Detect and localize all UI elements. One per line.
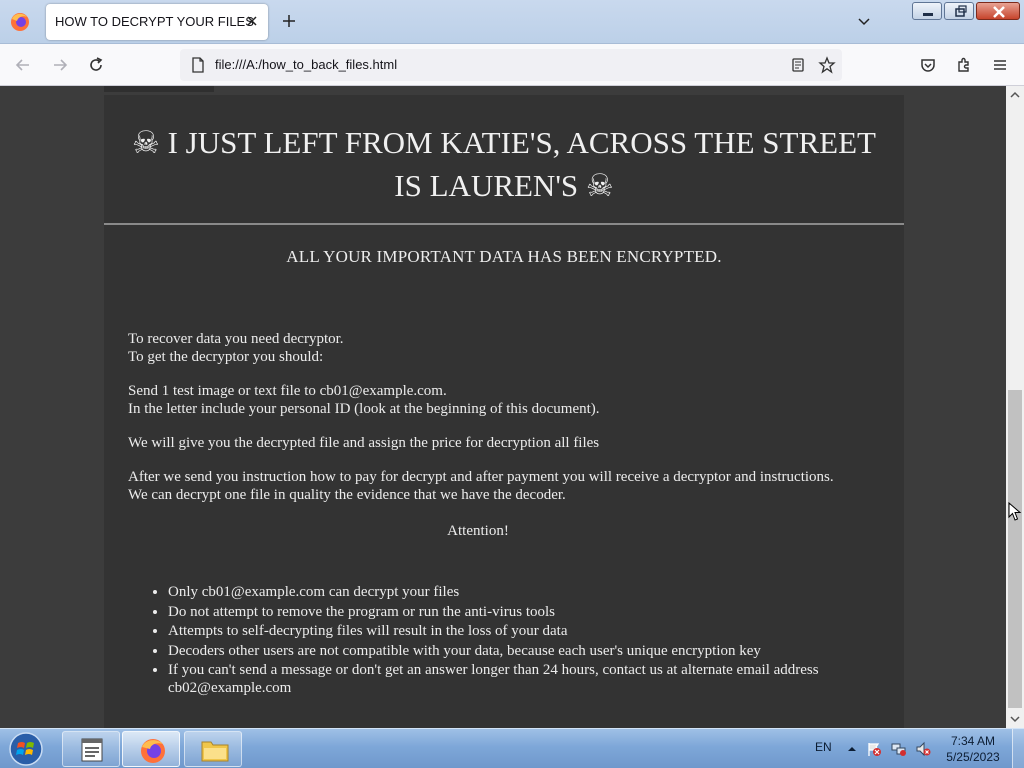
chevron-down-icon[interactable] [856,14,872,30]
menu-icon[interactable] [991,56,1009,74]
input-language[interactable]: EN [815,740,832,754]
list-item: Do not attempt to remove the program or … [168,603,848,621]
network-icon[interactable] [891,741,907,757]
volume-muted-icon[interactable] [915,741,931,757]
system-clock[interactable]: 7:34 AM 5/25/2023 [940,733,1006,765]
encrypted-headline: ALL YOUR IMPORTANT DATA HAS BEEN ENCRYPT… [286,247,722,266]
restore-button[interactable] [944,2,974,20]
paragraph-price: We will give you the decrypted file and … [128,435,600,451]
close-window-button[interactable] [976,2,1020,20]
tab-strip: HOW TO DECRYPT YOUR FILES [0,0,1024,44]
note-header: ☠ I JUST LEFT FROM KATIE'S, ACROSS THE S… [104,95,904,225]
taskbar: EN 7:34 AM 5/25/2023 [0,728,1024,768]
mouse-cursor-icon [1008,502,1022,521]
title-line-1: ☠ I JUST LEFT FROM KATIE'S, ACROSS THE S… [132,125,876,160]
attention-heading: Attention! [447,523,509,539]
show-hidden-icons-icon[interactable] [844,741,860,757]
navigation-toolbar: file:///A:/how_to_back_files.html [0,44,1024,86]
pocket-icon[interactable] [919,56,937,74]
close-tab-icon[interactable] [244,13,260,29]
active-tab[interactable]: HOW TO DECRYPT YOUR FILES [46,4,268,40]
window-controls [912,2,1020,20]
minimize-button[interactable] [912,2,942,20]
folder-icon [201,741,229,762]
extensions-icon[interactable] [955,56,973,74]
scroll-down-icon[interactable] [1010,714,1020,724]
note-body: To recover data you need decryptor. To g… [128,330,848,540]
text-line: To recover data you need decryptor. [128,331,344,347]
paragraph-payment: After we send you instruction how to pay… [128,469,834,503]
reader-view-icon[interactable] [790,57,806,73]
list-item: Only cb01@example.com can decrypt your f… [168,583,848,601]
page-top-block [104,86,214,92]
taskbar-app-explorer[interactable] [184,731,242,767]
title-line-2: IS LAUREN'S ☠ [394,168,614,203]
address-bar[interactable]: file:///A:/how_to_back_files.html [180,49,842,81]
new-tab-icon[interactable] [280,12,298,30]
scrollbar-thumb[interactable] [1008,390,1022,708]
reload-icon[interactable] [87,56,105,74]
start-button[interactable] [6,731,46,767]
bookmark-star-icon[interactable] [818,56,836,74]
file-icon [192,57,204,73]
url-text: file:///A:/how_to_back_files.html [215,57,398,72]
warning-list: Only cb01@example.com can decrypt your f… [168,583,848,699]
firefox-icon[interactable] [8,10,32,34]
scroll-up-icon[interactable] [1010,90,1020,100]
list-item: Decoders other users are not compatible … [168,642,848,660]
taskbar-app-notepad[interactable] [62,731,120,767]
paragraph-send: Send 1 test image or text file to cb01@e… [128,382,848,418]
clock-date: 5/25/2023 [946,750,1000,764]
vertical-scrollbar[interactable] [1006,86,1024,728]
paragraph-recover: To recover data you need decryptor. To g… [128,330,848,366]
back-arrow-icon[interactable] [14,56,32,74]
firefox-taskbar-icon [141,739,165,763]
list-item: If you can't send a message or don't get… [168,661,848,697]
forward-arrow-icon[interactable] [51,56,69,74]
text-line: In the letter include your personal ID (… [128,401,600,417]
document-app-icon [81,738,103,762]
taskbar-app-firefox[interactable] [122,731,180,767]
page-viewport: ☠ I JUST LEFT FROM KATIE'S, ACROSS THE S… [0,86,1006,728]
clock-time: 7:34 AM [950,734,996,748]
text-line: To get the decryptor you should: [128,349,324,365]
list-item: Attempts to self-decrypting files will r… [168,622,848,640]
minimize-icon [923,13,933,16]
action-center-flag-icon[interactable] [866,741,882,757]
text-line: Send 1 test image or text file to cb01@e… [128,383,447,399]
restore-icon [955,5,967,17]
show-desktop-button[interactable] [1012,729,1024,768]
close-icon [993,6,1005,18]
ransom-note: ☠ I JUST LEFT FROM KATIE'S, ACROSS THE S… [104,95,904,728]
tab-title: HOW TO DECRYPT YOUR FILES [55,14,254,29]
